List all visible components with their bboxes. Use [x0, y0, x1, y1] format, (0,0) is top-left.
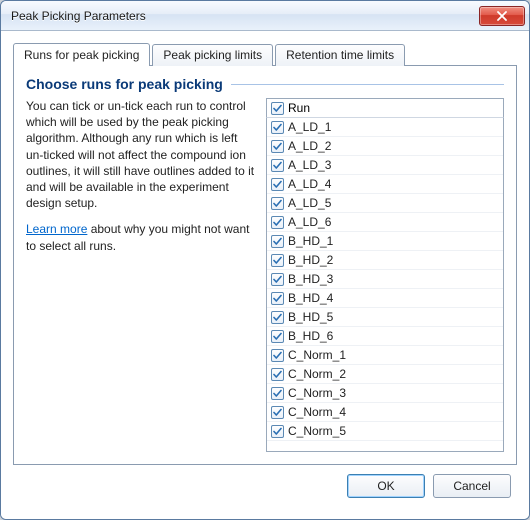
run-label: B_HD_3 — [288, 272, 333, 286]
list-item[interactable]: A_LD_3 — [267, 156, 503, 175]
run-checkbox[interactable] — [271, 197, 284, 210]
list-item[interactable]: C_Norm_5 — [267, 422, 503, 441]
panel-heading: Choose runs for peak picking — [26, 76, 223, 92]
list-item[interactable]: A_LD_6 — [267, 213, 503, 232]
description-text: You can tick or un-tick each run to cont… — [26, 98, 258, 211]
close-button[interactable] — [479, 6, 525, 26]
list-item[interactable]: C_Norm_4 — [267, 403, 503, 422]
run-label: A_LD_3 — [288, 158, 331, 172]
runs-list-body[interactable]: A_LD_1 A_LD_2 A_LD_3 A_LD_4 A_LD_5 A_LD_6 B_HD… — [266, 118, 504, 452]
run-checkbox[interactable] — [271, 216, 284, 229]
run-checkbox[interactable] — [271, 349, 284, 362]
run-checkbox[interactable] — [271, 121, 284, 134]
titlebar: Peak Picking Parameters — [1, 1, 529, 31]
heading-row: Choose runs for peak picking — [26, 76, 504, 92]
dialog-window: Peak Picking Parameters Runs for peak pi… — [0, 0, 530, 520]
runs-list: Run A_LD_1 A_LD_2 A_LD_3 A_LD_4 A_LD_5 A_LD_6… — [266, 98, 504, 452]
run-label: C_Norm_5 — [288, 424, 346, 438]
learn-more-line: Learn more about why you might not want … — [26, 221, 258, 253]
run-label: B_HD_1 — [288, 234, 333, 248]
list-item[interactable]: C_Norm_2 — [267, 365, 503, 384]
cancel-button[interactable]: Cancel — [433, 474, 511, 498]
run-checkbox[interactable] — [271, 406, 284, 419]
run-label: B_HD_2 — [288, 253, 333, 267]
run-label: C_Norm_2 — [288, 367, 346, 381]
dialog-footer: OK Cancel — [13, 465, 517, 507]
list-item[interactable]: C_Norm_3 — [267, 384, 503, 403]
run-label: A_LD_6 — [288, 215, 331, 229]
list-item[interactable]: A_LD_4 — [267, 175, 503, 194]
tab-peak-picking-limits[interactable]: Peak picking limits — [152, 44, 273, 66]
ok-button[interactable]: OK — [347, 474, 425, 498]
run-label: C_Norm_1 — [288, 348, 346, 362]
select-all-checkbox[interactable] — [271, 102, 284, 115]
cancel-button-label: Cancel — [453, 479, 490, 493]
tab-runs-for-peak-picking[interactable]: Runs for peak picking — [13, 43, 150, 66]
run-label: B_HD_4 — [288, 291, 333, 305]
run-checkbox[interactable] — [271, 273, 284, 286]
list-item[interactable]: B_HD_5 — [267, 308, 503, 327]
window-title: Peak Picking Parameters — [11, 9, 479, 23]
list-item[interactable]: A_LD_1 — [267, 118, 503, 137]
description-column: You can tick or un-tick each run to cont… — [26, 98, 266, 452]
run-checkbox[interactable] — [271, 425, 284, 438]
run-label: B_HD_5 — [288, 310, 333, 324]
list-item[interactable]: B_HD_2 — [267, 251, 503, 270]
panel-columns: You can tick or un-tick each run to cont… — [26, 98, 504, 452]
runs-list-header[interactable]: Run — [266, 98, 504, 118]
tab-retention-time-limits[interactable]: Retention time limits — [275, 44, 405, 66]
run-checkbox[interactable] — [271, 330, 284, 343]
ok-button-label: OK — [377, 479, 394, 493]
runs-list-header-label: Run — [288, 101, 310, 115]
list-item[interactable]: B_HD_6 — [267, 327, 503, 346]
run-label: C_Norm_4 — [288, 405, 346, 419]
run-checkbox[interactable] — [271, 368, 284, 381]
run-checkbox[interactable] — [271, 311, 284, 324]
list-item[interactable]: B_HD_3 — [267, 270, 503, 289]
run-label: A_LD_4 — [288, 177, 331, 191]
learn-more-link[interactable]: Learn more — [26, 222, 87, 236]
run-checkbox[interactable] — [271, 159, 284, 172]
run-checkbox[interactable] — [271, 235, 284, 248]
run-label: C_Norm_3 — [288, 386, 346, 400]
tab-strip: Runs for peak pickingPeak picking limits… — [13, 41, 517, 65]
heading-divider — [231, 84, 504, 85]
close-icon — [497, 11, 507, 21]
run-label: B_HD_6 — [288, 329, 333, 343]
run-checkbox[interactable] — [271, 140, 284, 153]
list-item[interactable]: B_HD_1 — [267, 232, 503, 251]
run-label: A_LD_5 — [288, 196, 331, 210]
list-item[interactable]: C_Norm_1 — [267, 346, 503, 365]
client-area: Runs for peak pickingPeak picking limits… — [1, 31, 529, 519]
run-checkbox[interactable] — [271, 254, 284, 267]
run-checkbox[interactable] — [271, 292, 284, 305]
run-checkbox[interactable] — [271, 387, 284, 400]
run-label: A_LD_1 — [288, 120, 331, 134]
list-item[interactable]: A_LD_2 — [267, 137, 503, 156]
list-item[interactable]: A_LD_5 — [267, 194, 503, 213]
run-checkbox[interactable] — [271, 178, 284, 191]
tab-panel: Choose runs for peak picking You can tic… — [13, 65, 517, 465]
list-item[interactable]: B_HD_4 — [267, 289, 503, 308]
run-label: A_LD_2 — [288, 139, 331, 153]
